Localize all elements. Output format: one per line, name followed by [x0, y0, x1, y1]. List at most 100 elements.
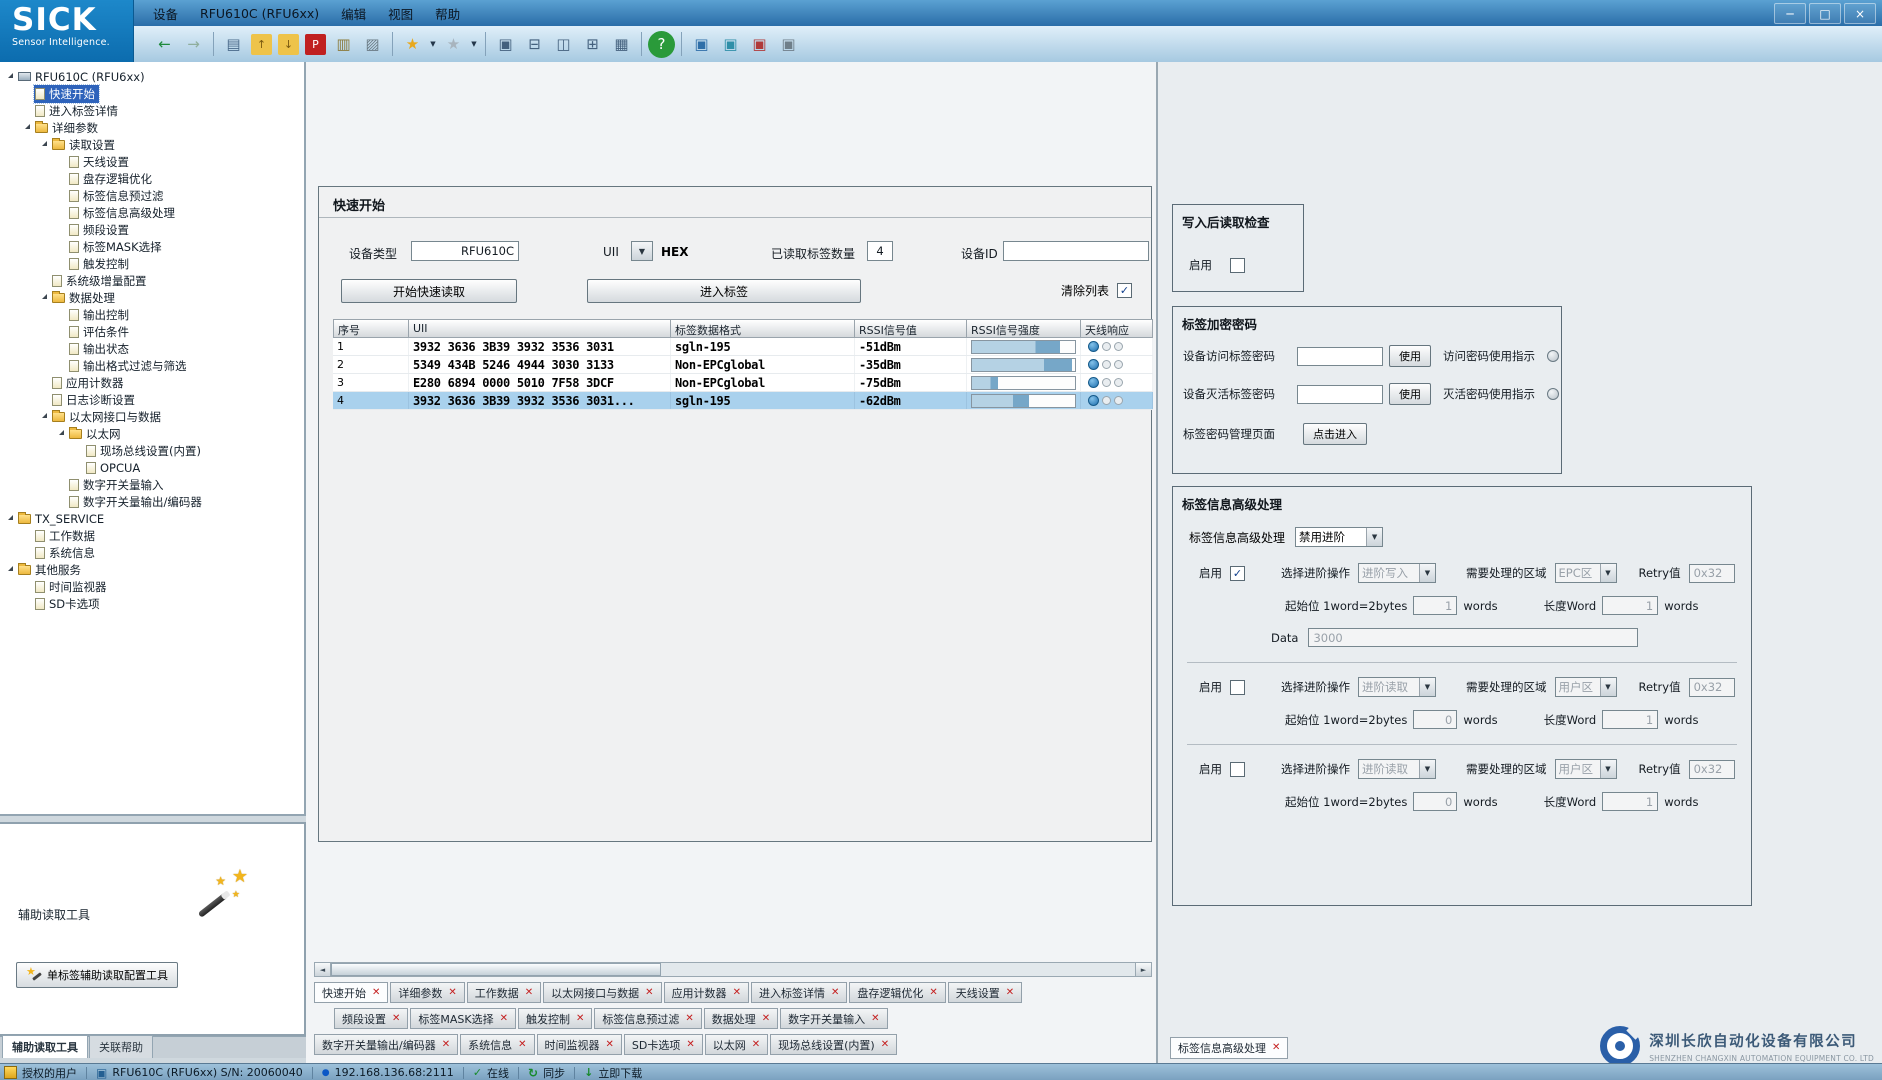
- horizontal-scrollbar[interactable]: ◄ ►: [314, 962, 1152, 977]
- enable-checkbox[interactable]: [1230, 680, 1245, 695]
- view-tab[interactable]: 盘存逻辑优化✕: [849, 982, 945, 1003]
- expand-arrow[interactable]: [42, 141, 47, 146]
- view-tab[interactable]: 标签信息高级处理✕: [1170, 1037, 1288, 1059]
- column-header[interactable]: 序号: [333, 319, 409, 338]
- minimize-button[interactable]: ─: [1774, 3, 1806, 24]
- print-icon[interactable]: ▤: [220, 31, 247, 58]
- table-row[interactable]: 43932 3636 3B39 3932 3536 3031...sgln-19…: [333, 392, 1153, 410]
- menu-item[interactable]: 帮助: [424, 0, 471, 27]
- password-manage-button[interactable]: 点击进入: [1303, 423, 1367, 445]
- expand-arrow[interactable]: [8, 73, 13, 78]
- menu-item[interactable]: 设备: [142, 0, 189, 27]
- column-header[interactable]: RSSI信号值: [855, 319, 967, 338]
- scroll-right-button[interactable]: ►: [1135, 963, 1151, 976]
- tree-item-eval-condition[interactable]: 评估条件: [0, 323, 304, 340]
- kill-password-input[interactable]: [1297, 385, 1383, 404]
- view-tab[interactable]: 详细参数✕: [390, 982, 464, 1003]
- tree-item-ethernet[interactable]: 以太网: [0, 425, 304, 442]
- monitor-icon[interactable]: ▣: [688, 31, 715, 58]
- use-access-password-button[interactable]: 使用: [1389, 345, 1431, 367]
- tree-item-work-data[interactable]: 工作数据: [0, 527, 304, 544]
- column-header[interactable]: UII: [409, 319, 671, 338]
- tree-item-tag-advanced[interactable]: 标签信息高级处理: [0, 204, 304, 221]
- view-tab[interactable]: 触发控制✕: [518, 1008, 592, 1029]
- tree-item-ethernet-interface[interactable]: 以太网接口与数据: [0, 408, 304, 425]
- tree-item-digital-input[interactable]: 数字开关量输入: [0, 476, 304, 493]
- close-tab-icon[interactable]: ✕: [1006, 988, 1014, 998]
- view-tab[interactable]: 以太网✕: [705, 1034, 768, 1055]
- clear-list-checkbox[interactable]: [1117, 283, 1132, 298]
- table-row[interactable]: 13932 3636 3B39 3932 3536 3031sgln-195-5…: [333, 338, 1153, 356]
- view-tab[interactable]: 数字开关量输出/编码器✕: [314, 1034, 458, 1055]
- table-row[interactable]: 3E280 6894 0000 5010 7F58 3DCFNon-EPCglo…: [333, 374, 1153, 392]
- close-tab-icon[interactable]: ✕: [372, 988, 380, 998]
- layout-grid-icon[interactable]: ⊞: [579, 31, 606, 58]
- forward-icon[interactable]: →: [180, 31, 207, 58]
- tree-item-output-state[interactable]: 输出状态: [0, 340, 304, 357]
- expand-arrow[interactable]: [8, 515, 13, 520]
- retry-input[interactable]: 0x32: [1689, 678, 1735, 697]
- tree-item-log-diagnostics[interactable]: 日志诊断设置: [0, 391, 304, 408]
- start-quick-read-button[interactable]: 开始快速读取: [341, 279, 517, 303]
- maximize-button[interactable]: □: [1809, 3, 1841, 24]
- close-tab-icon[interactable]: ✕: [576, 1014, 584, 1024]
- length-word-input[interactable]: 1: [1602, 792, 1658, 811]
- tree-item-tx-service[interactable]: TX_SERVICE: [0, 510, 304, 527]
- wizard-alt-icon-dropdown[interactable]: ▼: [468, 32, 480, 57]
- help-icon[interactable]: ?: [648, 31, 675, 58]
- view-tab[interactable]: 数字开关量输入✕: [780, 1008, 887, 1029]
- enable-checkbox[interactable]: [1230, 762, 1245, 777]
- advanced-mode-select[interactable]: 禁用进阶▼: [1295, 527, 1383, 547]
- tree-item-digital-output-encoder[interactable]: 数字开关量输出/编码器: [0, 493, 304, 510]
- operation-select[interactable]: 进阶写入▼: [1358, 563, 1436, 583]
- view-tab[interactable]: 系统信息✕: [460, 1034, 534, 1055]
- layout-tile-vertical-icon[interactable]: ◫: [550, 31, 577, 58]
- close-tab-icon[interactable]: ✕: [871, 1014, 879, 1024]
- view-tab[interactable]: 标签MASK选择✕: [410, 1008, 516, 1029]
- close-tab-icon[interactable]: ✕: [448, 988, 456, 998]
- clipboard-icon[interactable]: ▥: [330, 31, 357, 58]
- monitor-save-icon[interactable]: ▣: [775, 31, 802, 58]
- tree-item-band-settings[interactable]: 频段设置: [0, 221, 304, 238]
- close-tab-icon[interactable]: ✕: [1272, 1043, 1280, 1053]
- close-tab-icon[interactable]: ✕: [686, 1040, 694, 1050]
- tree-item-fieldbus-builtin[interactable]: 现场总线设置(内置): [0, 442, 304, 459]
- area-select[interactable]: EPC区▼: [1555, 563, 1617, 583]
- close-tab-icon[interactable]: ✕: [929, 988, 937, 998]
- close-button[interactable]: ×: [1844, 3, 1876, 24]
- monitor-search-icon[interactable]: ▣: [717, 31, 744, 58]
- area-select[interactable]: 用户区▼: [1555, 677, 1617, 697]
- wizard-icon-dropdown[interactable]: ▼: [427, 32, 439, 57]
- tree-item-trigger-control[interactable]: 触发控制: [0, 255, 304, 272]
- write-to-device-icon[interactable]: ↓: [278, 34, 299, 55]
- close-tab-icon[interactable]: ✕: [752, 1040, 760, 1050]
- tree-item-output-control[interactable]: 输出控制: [0, 306, 304, 323]
- close-tab-icon[interactable]: ✕: [525, 988, 533, 998]
- close-tab-icon[interactable]: ✕: [762, 1014, 770, 1024]
- scroll-left-button[interactable]: ◄: [315, 963, 331, 976]
- close-tab-icon[interactable]: ✕: [645, 988, 653, 998]
- layout-cascade-icon[interactable]: ▣: [492, 31, 519, 58]
- wizard-alt-icon[interactable]: ★: [440, 31, 467, 58]
- enter-tag-button[interactable]: 进入标签: [587, 279, 861, 303]
- view-tab[interactable]: 频段设置✕: [334, 1008, 408, 1029]
- tree-item-quick-start[interactable]: 快速开始: [0, 85, 304, 102]
- length-word-input[interactable]: 1: [1602, 596, 1658, 615]
- length-word-input[interactable]: 1: [1602, 710, 1658, 729]
- attach-icon[interactable]: ▨: [359, 31, 386, 58]
- write-check-enable-checkbox[interactable]: [1230, 258, 1245, 273]
- tree-item-time-monitor[interactable]: 时间监视器: [0, 578, 304, 595]
- view-tab[interactable]: SD卡选项✕: [624, 1034, 703, 1055]
- use-kill-password-button[interactable]: 使用: [1389, 383, 1431, 405]
- column-header[interactable]: 天线响应: [1081, 319, 1153, 338]
- tree-item-app-counter[interactable]: 应用计数器: [0, 374, 304, 391]
- view-tab[interactable]: 标签信息预过滤✕: [594, 1008, 701, 1029]
- statusbar-item[interactable]: ↓立即下载: [584, 1065, 642, 1080]
- column-header[interactable]: RSSI信号强度: [967, 319, 1081, 338]
- tree-item-sd-card[interactable]: SD卡选项: [0, 595, 304, 612]
- close-tab-icon[interactable]: ✕: [733, 988, 741, 998]
- view-tab[interactable]: 现场总线设置(内置)✕: [770, 1034, 897, 1055]
- tree-item-system-info[interactable]: 系统信息: [0, 544, 304, 561]
- single-tag-config-button[interactable]: 单标签辅助读取配置工具: [16, 962, 178, 988]
- view-tab[interactable]: 快速开始✕: [314, 982, 388, 1003]
